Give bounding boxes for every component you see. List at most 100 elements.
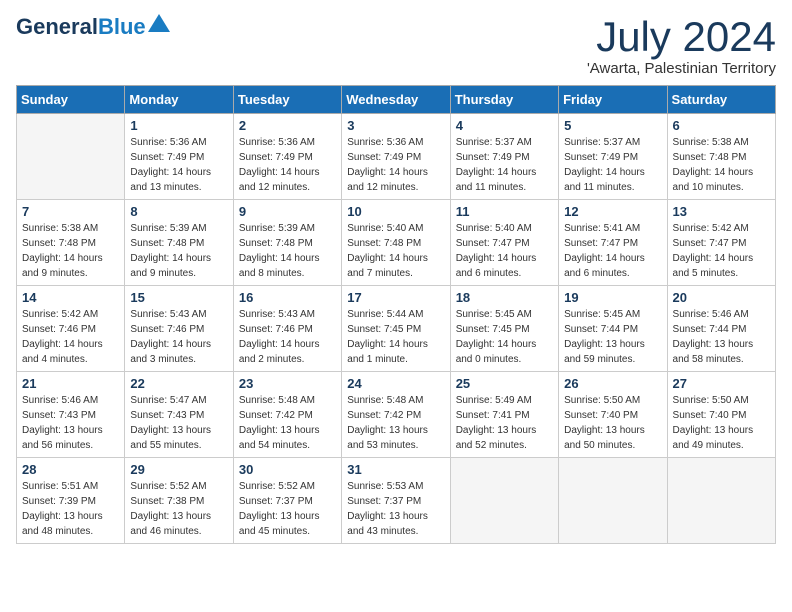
logo-text: GeneralBlue (16, 16, 146, 38)
day-cell: 10 Sunrise: 5:40 AMSunset: 7:48 PMDaylig… (342, 200, 450, 286)
day-cell: 4 Sunrise: 5:37 AMSunset: 7:49 PMDayligh… (450, 114, 558, 200)
day-detail: Sunrise: 5:44 AMSunset: 7:45 PMDaylight:… (347, 307, 444, 367)
day-detail: Sunrise: 5:36 AMSunset: 7:49 PMDaylight:… (239, 135, 336, 195)
day-detail: Sunrise: 5:40 AMSunset: 7:47 PMDaylight:… (456, 221, 553, 281)
day-cell: 8 Sunrise: 5:39 AMSunset: 7:48 PMDayligh… (125, 200, 233, 286)
week-row-1: 1 Sunrise: 5:36 AMSunset: 7:49 PMDayligh… (17, 114, 776, 200)
day-cell: 22 Sunrise: 5:47 AMSunset: 7:43 PMDaylig… (125, 372, 233, 458)
day-number: 23 (239, 376, 336, 391)
day-detail: Sunrise: 5:46 AMSunset: 7:44 PMDaylight:… (673, 307, 770, 367)
col-header-friday: Friday (559, 86, 667, 114)
day-number: 27 (673, 376, 770, 391)
month-title: July 2024 (587, 16, 776, 58)
day-detail: Sunrise: 5:50 AMSunset: 7:40 PMDaylight:… (673, 393, 770, 453)
day-number: 31 (347, 462, 444, 477)
day-detail: Sunrise: 5:41 AMSunset: 7:47 PMDaylight:… (564, 221, 661, 281)
day-detail: Sunrise: 5:48 AMSunset: 7:42 PMDaylight:… (347, 393, 444, 453)
day-cell (17, 114, 125, 200)
day-cell: 15 Sunrise: 5:43 AMSunset: 7:46 PMDaylig… (125, 286, 233, 372)
day-cell: 25 Sunrise: 5:49 AMSunset: 7:41 PMDaylig… (450, 372, 558, 458)
day-number: 17 (347, 290, 444, 305)
day-number: 25 (456, 376, 553, 391)
header-row: SundayMondayTuesdayWednesdayThursdayFrid… (17, 86, 776, 114)
day-number: 12 (564, 204, 661, 219)
day-number: 6 (673, 118, 770, 133)
day-detail: Sunrise: 5:46 AMSunset: 7:43 PMDaylight:… (22, 393, 119, 453)
day-detail: Sunrise: 5:43 AMSunset: 7:46 PMDaylight:… (130, 307, 227, 367)
day-cell: 1 Sunrise: 5:36 AMSunset: 7:49 PMDayligh… (125, 114, 233, 200)
day-cell: 2 Sunrise: 5:36 AMSunset: 7:49 PMDayligh… (233, 114, 341, 200)
day-detail: Sunrise: 5:50 AMSunset: 7:40 PMDaylight:… (564, 393, 661, 453)
day-cell: 30 Sunrise: 5:52 AMSunset: 7:37 PMDaylig… (233, 458, 341, 544)
day-number: 26 (564, 376, 661, 391)
day-cell: 14 Sunrise: 5:42 AMSunset: 7:46 PMDaylig… (17, 286, 125, 372)
day-number: 4 (456, 118, 553, 133)
day-detail: Sunrise: 5:39 AMSunset: 7:48 PMDaylight:… (130, 221, 227, 281)
logo-icon (148, 14, 170, 32)
day-cell: 3 Sunrise: 5:36 AMSunset: 7:49 PMDayligh… (342, 114, 450, 200)
day-cell (450, 458, 558, 544)
day-detail: Sunrise: 5:37 AMSunset: 7:49 PMDaylight:… (564, 135, 661, 195)
day-cell: 19 Sunrise: 5:45 AMSunset: 7:44 PMDaylig… (559, 286, 667, 372)
day-cell: 11 Sunrise: 5:40 AMSunset: 7:47 PMDaylig… (450, 200, 558, 286)
day-number: 22 (130, 376, 227, 391)
day-number: 2 (239, 118, 336, 133)
col-header-sunday: Sunday (17, 86, 125, 114)
day-cell (559, 458, 667, 544)
week-row-4: 21 Sunrise: 5:46 AMSunset: 7:43 PMDaylig… (17, 372, 776, 458)
day-cell: 28 Sunrise: 5:51 AMSunset: 7:39 PMDaylig… (17, 458, 125, 544)
day-detail: Sunrise: 5:52 AMSunset: 7:38 PMDaylight:… (130, 479, 227, 539)
day-detail: Sunrise: 5:49 AMSunset: 7:41 PMDaylight:… (456, 393, 553, 453)
week-row-3: 14 Sunrise: 5:42 AMSunset: 7:46 PMDaylig… (17, 286, 776, 372)
logo: GeneralBlue (16, 16, 170, 38)
col-header-thursday: Thursday (450, 86, 558, 114)
day-number: 7 (22, 204, 119, 219)
day-cell: 24 Sunrise: 5:48 AMSunset: 7:42 PMDaylig… (342, 372, 450, 458)
day-number: 8 (130, 204, 227, 219)
day-detail: Sunrise: 5:36 AMSunset: 7:49 PMDaylight:… (130, 135, 227, 195)
day-cell: 5 Sunrise: 5:37 AMSunset: 7:49 PMDayligh… (559, 114, 667, 200)
title-block: July 2024 'Awarta, Palestinian Territory (587, 16, 776, 77)
day-detail: Sunrise: 5:48 AMSunset: 7:42 PMDaylight:… (239, 393, 336, 453)
day-detail: Sunrise: 5:42 AMSunset: 7:47 PMDaylight:… (673, 221, 770, 281)
day-cell: 27 Sunrise: 5:50 AMSunset: 7:40 PMDaylig… (667, 372, 775, 458)
day-cell: 12 Sunrise: 5:41 AMSunset: 7:47 PMDaylig… (559, 200, 667, 286)
location: 'Awarta, Palestinian Territory (587, 60, 776, 77)
day-number: 1 (130, 118, 227, 133)
day-detail: Sunrise: 5:53 AMSunset: 7:37 PMDaylight:… (347, 479, 444, 539)
day-number: 24 (347, 376, 444, 391)
day-number: 19 (564, 290, 661, 305)
day-number: 16 (239, 290, 336, 305)
day-cell: 9 Sunrise: 5:39 AMSunset: 7:48 PMDayligh… (233, 200, 341, 286)
day-number: 28 (22, 462, 119, 477)
day-cell: 26 Sunrise: 5:50 AMSunset: 7:40 PMDaylig… (559, 372, 667, 458)
page-header: GeneralBlue July 2024 'Awarta, Palestini… (16, 16, 776, 77)
day-detail: Sunrise: 5:37 AMSunset: 7:49 PMDaylight:… (456, 135, 553, 195)
day-detail: Sunrise: 5:42 AMSunset: 7:46 PMDaylight:… (22, 307, 119, 367)
day-number: 15 (130, 290, 227, 305)
day-detail: Sunrise: 5:38 AMSunset: 7:48 PMDaylight:… (22, 221, 119, 281)
day-number: 13 (673, 204, 770, 219)
col-header-monday: Monday (125, 86, 233, 114)
day-detail: Sunrise: 5:43 AMSunset: 7:46 PMDaylight:… (239, 307, 336, 367)
day-cell: 16 Sunrise: 5:43 AMSunset: 7:46 PMDaylig… (233, 286, 341, 372)
day-detail: Sunrise: 5:52 AMSunset: 7:37 PMDaylight:… (239, 479, 336, 539)
day-detail: Sunrise: 5:38 AMSunset: 7:48 PMDaylight:… (673, 135, 770, 195)
week-row-5: 28 Sunrise: 5:51 AMSunset: 7:39 PMDaylig… (17, 458, 776, 544)
day-detail: Sunrise: 5:36 AMSunset: 7:49 PMDaylight:… (347, 135, 444, 195)
day-cell: 17 Sunrise: 5:44 AMSunset: 7:45 PMDaylig… (342, 286, 450, 372)
day-cell: 18 Sunrise: 5:45 AMSunset: 7:45 PMDaylig… (450, 286, 558, 372)
day-detail: Sunrise: 5:45 AMSunset: 7:44 PMDaylight:… (564, 307, 661, 367)
day-number: 30 (239, 462, 336, 477)
day-cell: 6 Sunrise: 5:38 AMSunset: 7:48 PMDayligh… (667, 114, 775, 200)
day-number: 11 (456, 204, 553, 219)
day-cell: 13 Sunrise: 5:42 AMSunset: 7:47 PMDaylig… (667, 200, 775, 286)
day-cell: 31 Sunrise: 5:53 AMSunset: 7:37 PMDaylig… (342, 458, 450, 544)
week-row-2: 7 Sunrise: 5:38 AMSunset: 7:48 PMDayligh… (17, 200, 776, 286)
day-detail: Sunrise: 5:40 AMSunset: 7:48 PMDaylight:… (347, 221, 444, 281)
day-number: 5 (564, 118, 661, 133)
day-cell: 21 Sunrise: 5:46 AMSunset: 7:43 PMDaylig… (17, 372, 125, 458)
day-number: 21 (22, 376, 119, 391)
day-number: 14 (22, 290, 119, 305)
day-number: 3 (347, 118, 444, 133)
